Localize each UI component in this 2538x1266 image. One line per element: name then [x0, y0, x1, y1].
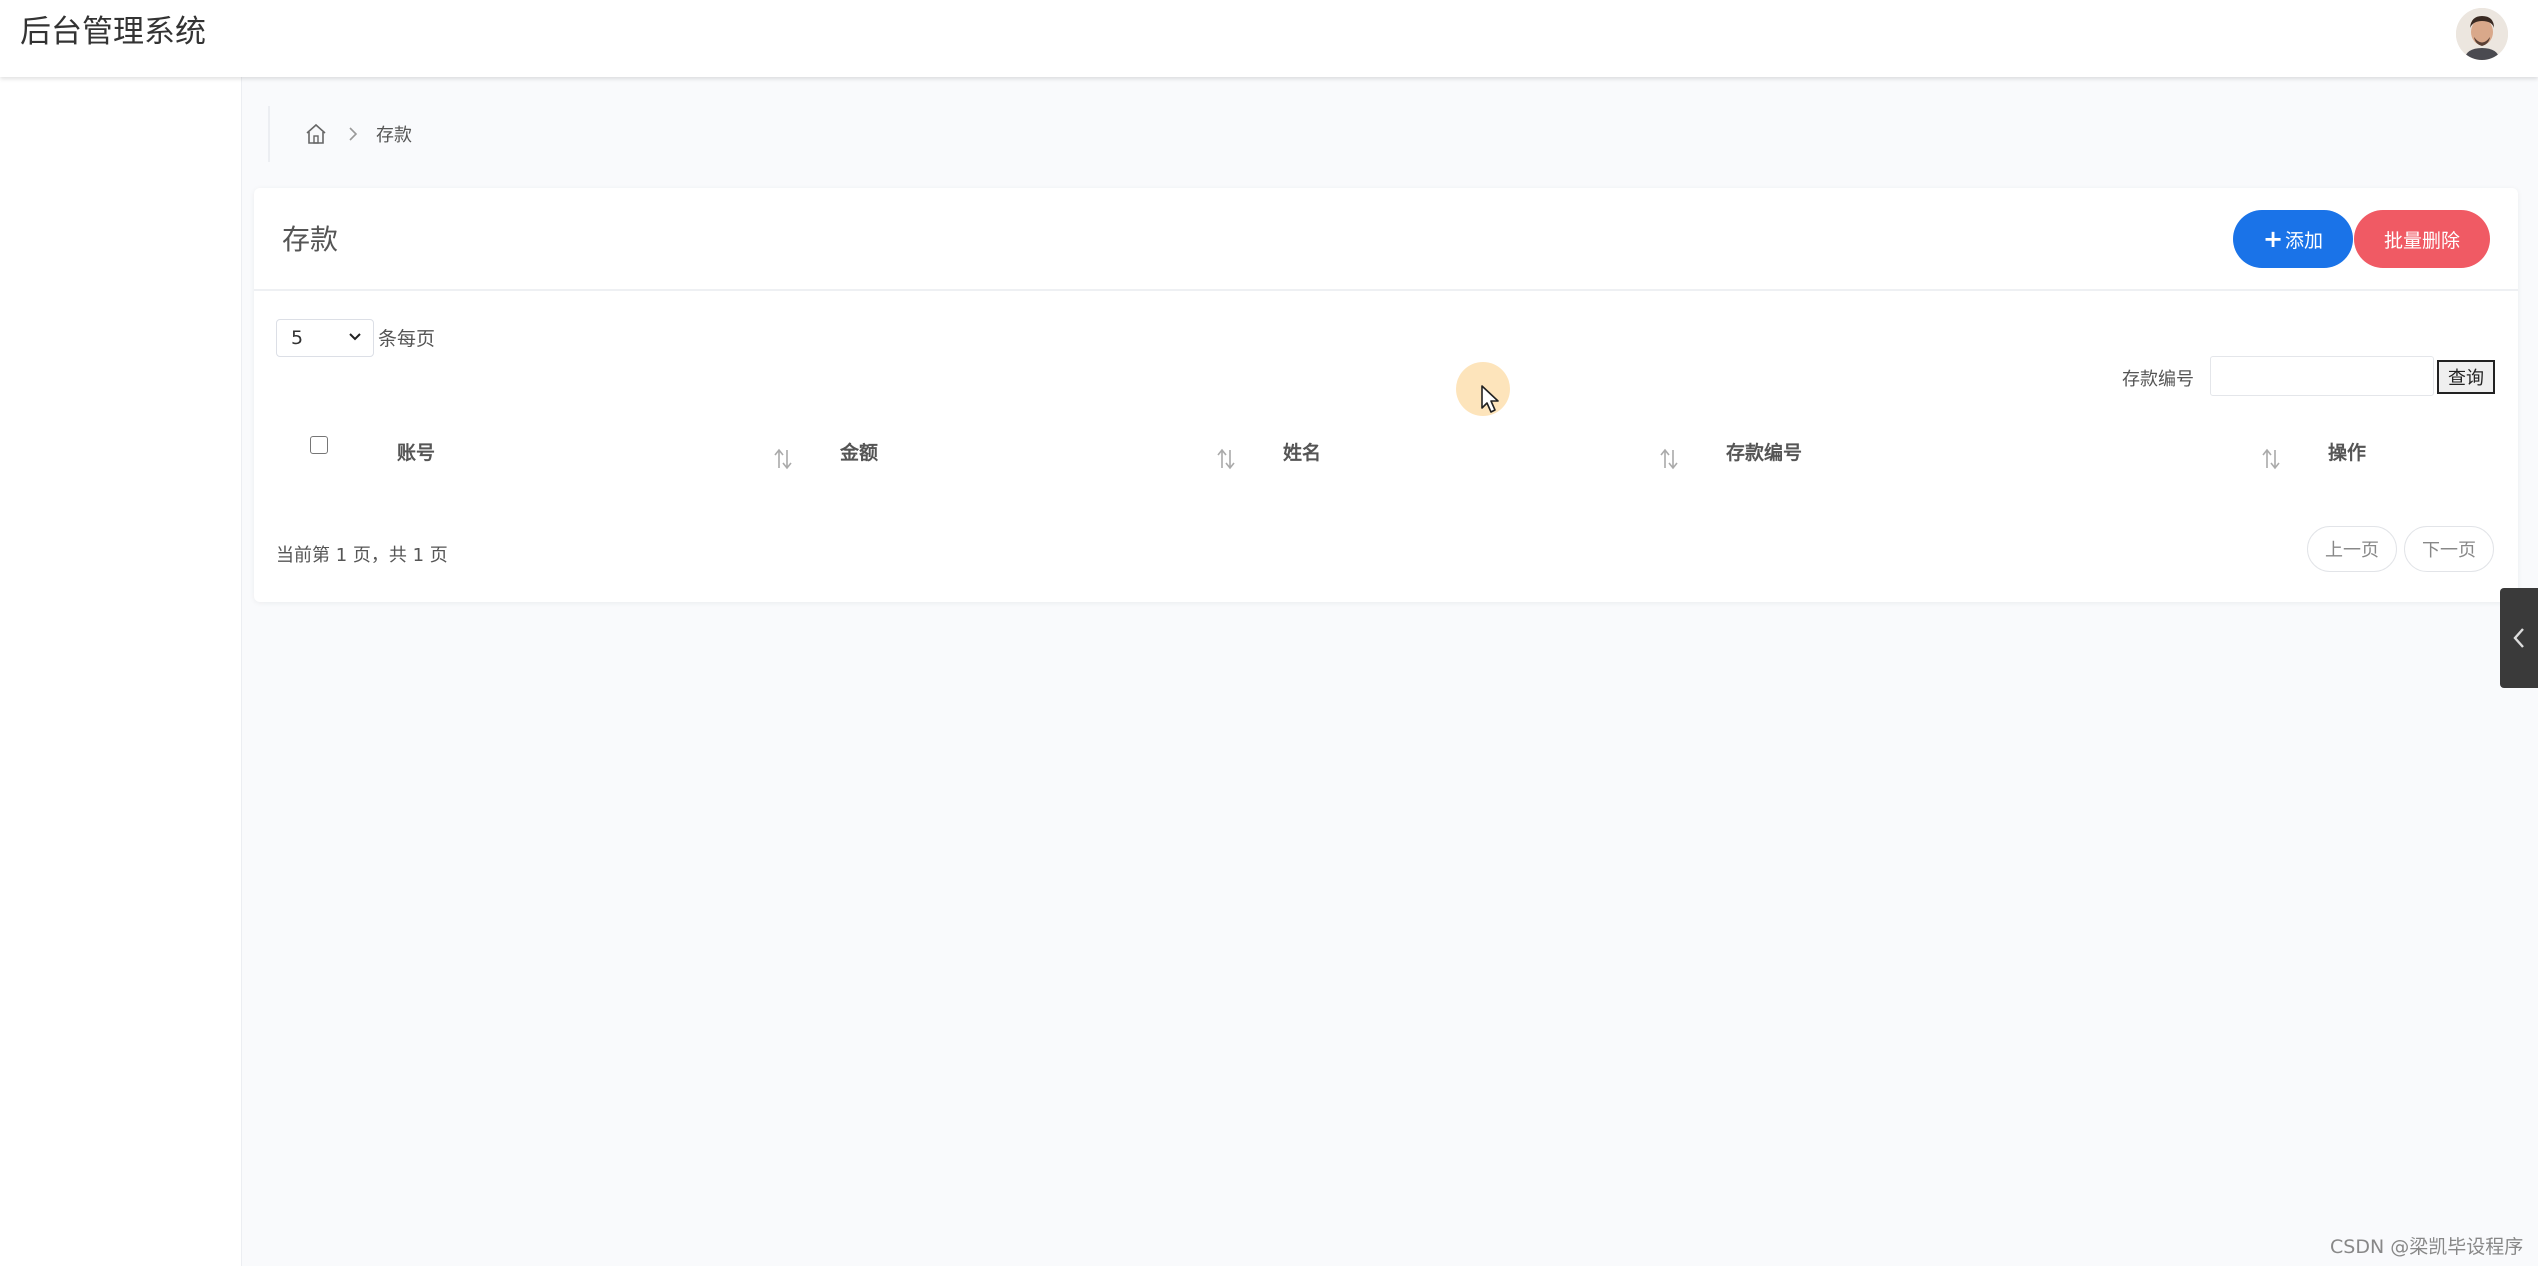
- column-header-amount[interactable]: 金额: [840, 438, 878, 465]
- mouse-cursor-icon: [1481, 385, 1499, 413]
- column-header-actions: 操作: [2328, 442, 2367, 464]
- watermark: CSDN @梁凯毕设程序: [2330, 1236, 2524, 1258]
- column-header-account[interactable]: 账号: [397, 438, 435, 465]
- sort-icon[interactable]: [772, 446, 794, 472]
- page-size-value: 5: [291, 327, 304, 349]
- sort-icon[interactable]: [1658, 446, 1680, 472]
- user-avatar[interactable]: [2456, 8, 2508, 60]
- page-size-select[interactable]: 5: [276, 319, 374, 357]
- home-icon[interactable]: [304, 122, 328, 146]
- search-label: 存款编号: [2122, 369, 2194, 390]
- sort-icon[interactable]: [1215, 446, 1237, 472]
- batch-delete-button[interactable]: 批量删除: [2354, 210, 2490, 268]
- chevron-right-icon: [349, 127, 358, 141]
- table-header-row: 账号 金额 姓名 存款编号 操作: [254, 424, 2518, 488]
- add-button-label: 添加: [2285, 229, 2324, 252]
- sidebar: [0, 77, 242, 1266]
- add-button[interactable]: + 添加: [2233, 210, 2353, 268]
- chevron-left-icon: [2513, 628, 2524, 648]
- breadcrumb-current: 存款: [376, 125, 412, 146]
- app-title: 后台管理系统: [20, 14, 206, 50]
- page-size-label: 条每页: [378, 328, 436, 350]
- card-header: 存款 + 添加 批量删除: [254, 188, 2518, 291]
- collapse-panel-tab[interactable]: [2500, 588, 2538, 688]
- next-page-button[interactable]: 下一页: [2404, 526, 2494, 572]
- plus-icon: +: [2262, 225, 2284, 253]
- pagination-info: 当前第 1 页，共 1 页: [276, 545, 448, 566]
- page-title: 存款: [282, 223, 339, 256]
- breadcrumb: 存款: [268, 106, 412, 162]
- column-header-name[interactable]: 姓名: [1283, 438, 1321, 465]
- prev-page-button[interactable]: 上一页: [2307, 526, 2397, 572]
- column-header-deposit-number[interactable]: 存款编号: [1726, 438, 1802, 465]
- deposit-card: 存款 + 添加 批量删除 5 条每页 存款编号 查询 账号 金额 姓名 存款编号…: [254, 188, 2518, 602]
- search-button[interactable]: 查询: [2437, 360, 2495, 394]
- top-header: 后台管理系统: [0, 0, 2538, 77]
- select-all-checkbox[interactable]: [310, 436, 328, 454]
- deposit-number-search-input[interactable]: [2210, 356, 2434, 396]
- chevron-down-icon: [349, 333, 361, 341]
- sort-icon[interactable]: [2260, 446, 2282, 472]
